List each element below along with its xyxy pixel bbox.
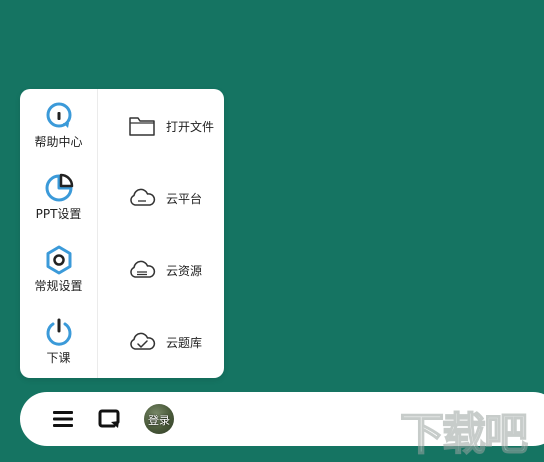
cloud-resource-icon bbox=[130, 260, 156, 278]
cloud-question-bank-label: 云题库 bbox=[166, 336, 203, 350]
end-class-label: 下课 bbox=[46, 351, 71, 365]
pie-chart-icon bbox=[45, 173, 74, 202]
power-icon bbox=[46, 318, 72, 346]
cloud-platform-label: 云平台 bbox=[166, 192, 203, 206]
watermark-text: 下载吧 bbox=[399, 408, 529, 461]
cloud-check-icon bbox=[130, 332, 156, 350]
settings-icon bbox=[46, 245, 72, 275]
ppt-settings-item[interactable]: PPT设置 bbox=[20, 172, 97, 234]
cloud-icon bbox=[130, 188, 156, 206]
screen-switch-icon[interactable] bbox=[94, 404, 124, 434]
help-center-label: 帮助中心 bbox=[34, 135, 83, 149]
ppt-settings-label: PPT设置 bbox=[35, 207, 82, 221]
menu-panel: 帮助中心 PPT设置 常规设置 下课 打开文件 云平台 云资源 云题库 bbox=[20, 89, 224, 378]
open-file-label: 打开文件 bbox=[166, 120, 215, 134]
panel-divider bbox=[97, 89, 98, 378]
general-settings-item[interactable]: 常规设置 bbox=[20, 244, 97, 306]
cloud-question-bank-item[interactable]: 云题库 bbox=[128, 328, 224, 356]
help-center-item[interactable]: 帮助中心 bbox=[20, 100, 97, 162]
cloud-resources-item[interactable]: 云资源 bbox=[128, 256, 224, 284]
hamburger-menu-icon[interactable] bbox=[48, 404, 78, 434]
general-settings-label: 常规设置 bbox=[34, 279, 83, 293]
login-avatar[interactable]: 登录 bbox=[144, 404, 174, 434]
help-icon bbox=[46, 102, 72, 128]
login-label: 登录 bbox=[148, 414, 170, 427]
cloud-platform-item[interactable]: 云平台 bbox=[128, 184, 224, 212]
open-file-item[interactable]: 打开文件 bbox=[128, 112, 224, 140]
end-class-item[interactable]: 下课 bbox=[20, 316, 97, 378]
watermark: 下载吧 bbox=[399, 398, 540, 461]
folder-icon bbox=[129, 117, 155, 136]
cloud-resources-label: 云资源 bbox=[166, 264, 203, 278]
